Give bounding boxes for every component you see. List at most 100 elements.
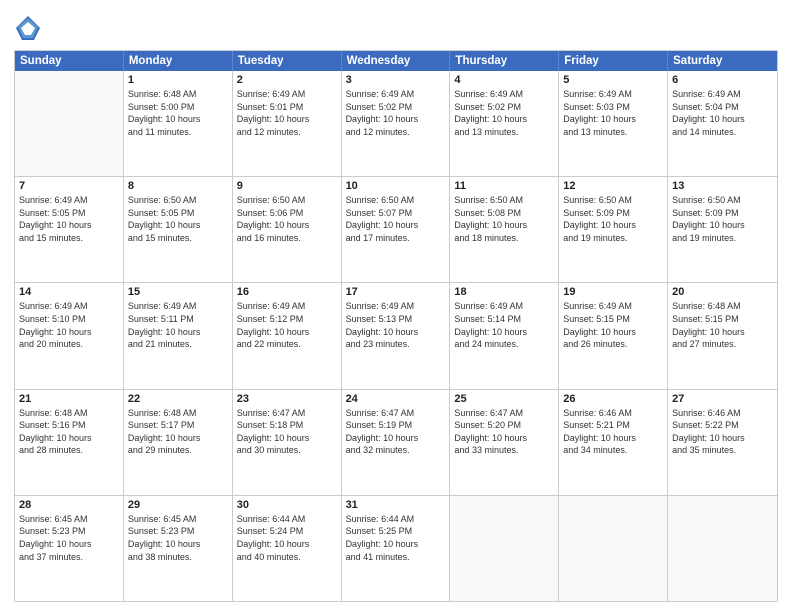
cell-line: and 17 minutes. bbox=[346, 232, 446, 245]
day-number: 20 bbox=[672, 286, 773, 298]
cal-cell: 15Sunrise: 6:49 AMSunset: 5:11 PMDayligh… bbox=[124, 283, 233, 388]
cell-line: Sunset: 5:01 PM bbox=[237, 101, 337, 114]
cell-line: and 24 minutes. bbox=[454, 338, 554, 351]
day-number: 22 bbox=[128, 393, 228, 405]
day-number: 10 bbox=[346, 180, 446, 192]
day-number: 16 bbox=[237, 286, 337, 298]
cell-line: Sunset: 5:20 PM bbox=[454, 419, 554, 432]
cell-line: Sunset: 5:09 PM bbox=[563, 207, 663, 220]
cell-line: Sunset: 5:05 PM bbox=[128, 207, 228, 220]
cell-line: Daylight: 10 hours bbox=[128, 538, 228, 551]
cell-line: Sunset: 5:04 PM bbox=[672, 101, 773, 114]
cell-line: and 16 minutes. bbox=[237, 232, 337, 245]
cal-cell: 11Sunrise: 6:50 AMSunset: 5:08 PMDayligh… bbox=[450, 177, 559, 282]
cal-cell: 2Sunrise: 6:49 AMSunset: 5:01 PMDaylight… bbox=[233, 71, 342, 176]
cell-line: Daylight: 10 hours bbox=[563, 113, 663, 126]
cell-line: and 30 minutes. bbox=[237, 444, 337, 457]
cell-line: and 38 minutes. bbox=[128, 551, 228, 564]
day-number: 7 bbox=[19, 180, 119, 192]
cell-line: Daylight: 10 hours bbox=[237, 113, 337, 126]
cell-line: Sunrise: 6:49 AM bbox=[19, 194, 119, 207]
cell-line: Sunrise: 6:49 AM bbox=[128, 300, 228, 313]
cell-line: Daylight: 10 hours bbox=[19, 538, 119, 551]
cell-line: Sunset: 5:12 PM bbox=[237, 313, 337, 326]
cell-line: Daylight: 10 hours bbox=[346, 113, 446, 126]
cell-line: Daylight: 10 hours bbox=[563, 432, 663, 445]
day-number: 13 bbox=[672, 180, 773, 192]
cal-cell bbox=[15, 71, 124, 176]
cell-line: and 32 minutes. bbox=[346, 444, 446, 457]
cell-line: and 27 minutes. bbox=[672, 338, 773, 351]
cell-line: Daylight: 10 hours bbox=[128, 432, 228, 445]
cell-line: and 18 minutes. bbox=[454, 232, 554, 245]
cell-line: Daylight: 10 hours bbox=[454, 219, 554, 232]
day-number: 31 bbox=[346, 499, 446, 511]
cell-line: Sunset: 5:17 PM bbox=[128, 419, 228, 432]
cal-cell: 20Sunrise: 6:48 AMSunset: 5:15 PMDayligh… bbox=[668, 283, 777, 388]
cal-cell: 14Sunrise: 6:49 AMSunset: 5:10 PMDayligh… bbox=[15, 283, 124, 388]
cell-line: and 12 minutes. bbox=[346, 126, 446, 139]
cal-cell: 5Sunrise: 6:49 AMSunset: 5:03 PMDaylight… bbox=[559, 71, 668, 176]
cell-line: Daylight: 10 hours bbox=[19, 432, 119, 445]
header bbox=[14, 10, 778, 42]
cell-line: Sunset: 5:18 PM bbox=[237, 419, 337, 432]
cell-line: Sunset: 5:19 PM bbox=[346, 419, 446, 432]
cell-line: Sunset: 5:02 PM bbox=[454, 101, 554, 114]
cal-header-saturday: Saturday bbox=[668, 51, 777, 71]
calendar-header-row: SundayMondayTuesdayWednesdayThursdayFrid… bbox=[15, 51, 777, 71]
cell-line: Sunrise: 6:45 AM bbox=[128, 513, 228, 526]
cal-cell: 28Sunrise: 6:45 AMSunset: 5:23 PMDayligh… bbox=[15, 496, 124, 601]
day-number: 4 bbox=[454, 74, 554, 86]
cell-line: Sunrise: 6:49 AM bbox=[346, 88, 446, 101]
cell-line: Sunrise: 6:50 AM bbox=[563, 194, 663, 207]
day-number: 30 bbox=[237, 499, 337, 511]
cell-line: Daylight: 10 hours bbox=[346, 326, 446, 339]
day-number: 28 bbox=[19, 499, 119, 511]
cal-cell: 4Sunrise: 6:49 AMSunset: 5:02 PMDaylight… bbox=[450, 71, 559, 176]
cal-cell: 18Sunrise: 6:49 AMSunset: 5:14 PMDayligh… bbox=[450, 283, 559, 388]
cell-line: Sunrise: 6:49 AM bbox=[346, 300, 446, 313]
cell-line: Sunrise: 6:46 AM bbox=[672, 407, 773, 420]
cell-line: Sunset: 5:03 PM bbox=[563, 101, 663, 114]
cell-line: Sunrise: 6:49 AM bbox=[672, 88, 773, 101]
cal-cell: 3Sunrise: 6:49 AMSunset: 5:02 PMDaylight… bbox=[342, 71, 451, 176]
cal-cell: 27Sunrise: 6:46 AMSunset: 5:22 PMDayligh… bbox=[668, 390, 777, 495]
cal-cell: 30Sunrise: 6:44 AMSunset: 5:24 PMDayligh… bbox=[233, 496, 342, 601]
cell-line: Sunrise: 6:50 AM bbox=[454, 194, 554, 207]
day-number: 1 bbox=[128, 74, 228, 86]
cal-header-wednesday: Wednesday bbox=[342, 51, 451, 71]
cell-line: and 22 minutes. bbox=[237, 338, 337, 351]
day-number: 21 bbox=[19, 393, 119, 405]
cell-line: Daylight: 10 hours bbox=[672, 432, 773, 445]
cell-line: Sunrise: 6:48 AM bbox=[128, 88, 228, 101]
cal-header-sunday: Sunday bbox=[15, 51, 124, 71]
cell-line: Sunset: 5:14 PM bbox=[454, 313, 554, 326]
cal-cell: 8Sunrise: 6:50 AMSunset: 5:05 PMDaylight… bbox=[124, 177, 233, 282]
day-number: 23 bbox=[237, 393, 337, 405]
cell-line: Sunset: 5:21 PM bbox=[563, 419, 663, 432]
cal-cell: 26Sunrise: 6:46 AMSunset: 5:21 PMDayligh… bbox=[559, 390, 668, 495]
cell-line: Sunset: 5:11 PM bbox=[128, 313, 228, 326]
cell-line: Daylight: 10 hours bbox=[237, 219, 337, 232]
cell-line: Sunset: 5:02 PM bbox=[346, 101, 446, 114]
cell-line: Sunrise: 6:48 AM bbox=[672, 300, 773, 313]
cell-line: Sunset: 5:06 PM bbox=[237, 207, 337, 220]
cell-line: Sunset: 5:00 PM bbox=[128, 101, 228, 114]
cal-header-monday: Monday bbox=[124, 51, 233, 71]
cell-line: Sunset: 5:23 PM bbox=[128, 525, 228, 538]
cal-cell: 10Sunrise: 6:50 AMSunset: 5:07 PMDayligh… bbox=[342, 177, 451, 282]
day-number: 18 bbox=[454, 286, 554, 298]
cal-cell: 29Sunrise: 6:45 AMSunset: 5:23 PMDayligh… bbox=[124, 496, 233, 601]
cell-line: Daylight: 10 hours bbox=[237, 538, 337, 551]
cal-week-4: 21Sunrise: 6:48 AMSunset: 5:16 PMDayligh… bbox=[15, 390, 777, 496]
day-number: 12 bbox=[563, 180, 663, 192]
cell-line: and 41 minutes. bbox=[346, 551, 446, 564]
cell-line: and 34 minutes. bbox=[563, 444, 663, 457]
cell-line: and 29 minutes. bbox=[128, 444, 228, 457]
cal-cell bbox=[668, 496, 777, 601]
cell-line: Sunrise: 6:50 AM bbox=[128, 194, 228, 207]
calendar: SundayMondayTuesdayWednesdayThursdayFrid… bbox=[14, 50, 778, 602]
cell-line: and 35 minutes. bbox=[672, 444, 773, 457]
day-number: 15 bbox=[128, 286, 228, 298]
day-number: 9 bbox=[237, 180, 337, 192]
